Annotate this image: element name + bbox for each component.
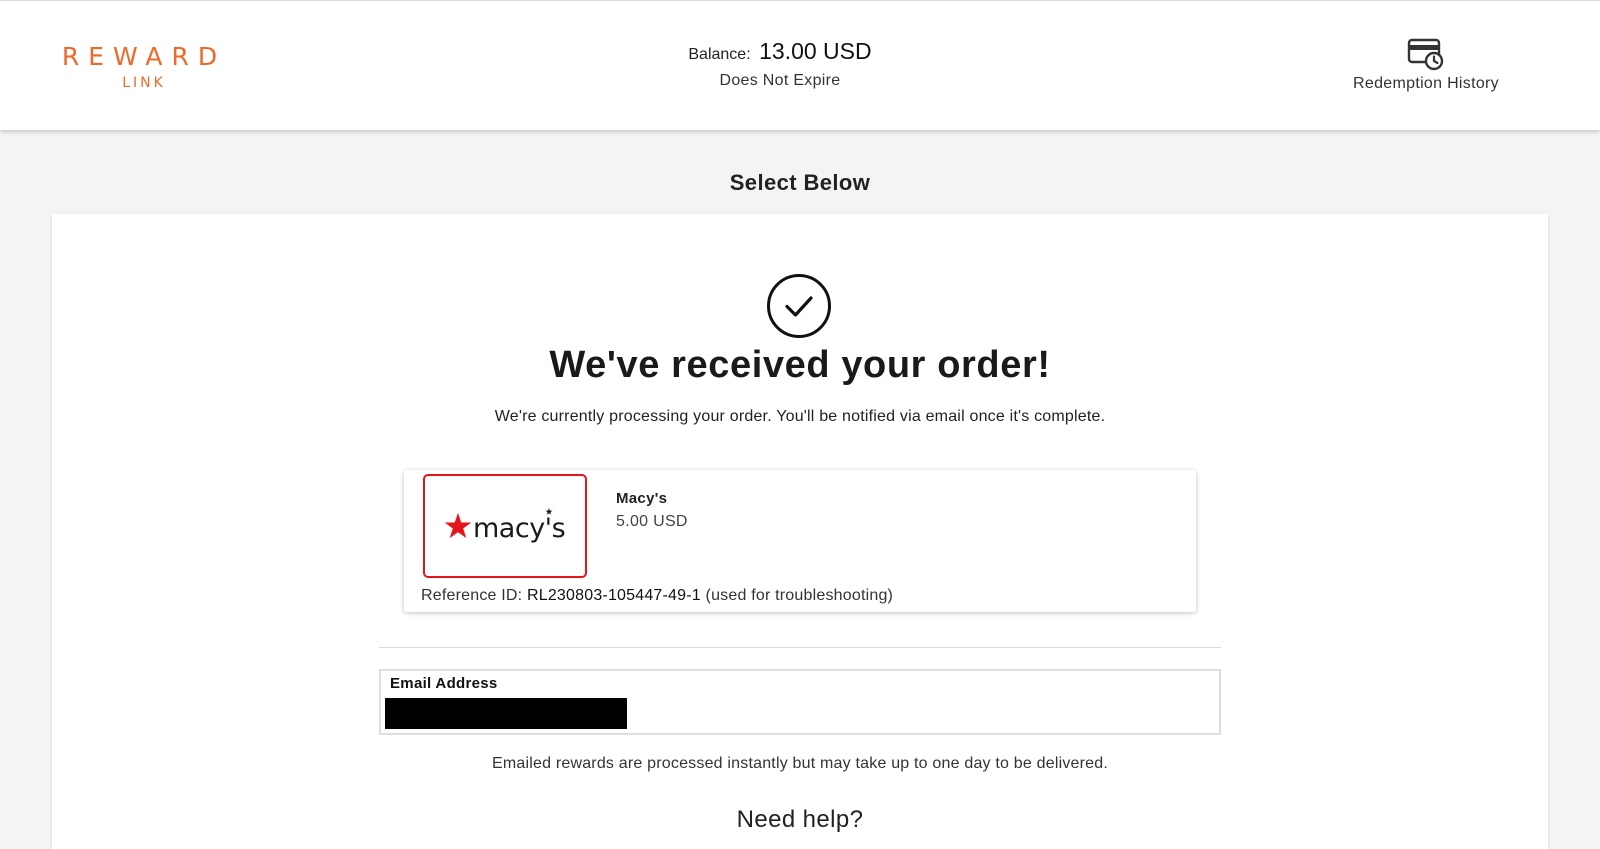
- reference-line: Reference ID: RL230803-105447-49-1 (used…: [421, 587, 893, 605]
- balance-value: 13.00 USD: [759, 38, 872, 64]
- macys-logo: macy's: [445, 508, 565, 544]
- reference-id: RL230803-105447-49-1: [526, 587, 701, 604]
- confirmation-headline: We've received your order!: [549, 344, 1051, 386]
- balance-expiry: Does Not Expire: [719, 72, 841, 89]
- balance-summary: Balance: 13.00 USD Does Not Expire: [580, 37, 980, 90]
- card-clock-icon: [1407, 38, 1444, 71]
- section-divider: [379, 647, 1221, 648]
- logo-wordmark-bottom: LINK: [122, 75, 166, 91]
- order-confirmation-card: We've received your order! We're current…: [52, 214, 1548, 849]
- email-delivery-note: Emailed rewards are processed instantly …: [491, 755, 1109, 772]
- check-circle-icon: [767, 274, 831, 338]
- reference-note: (used for troubleshooting): [705, 587, 894, 604]
- email-address-value-redacted: [385, 698, 627, 729]
- reward-link-logo[interactable]: REWARD LINK: [54, 42, 234, 92]
- email-address-label: Email Address: [390, 675, 498, 692]
- order-item-card: macy's Macy's 5.00 USD Reference ID: RL2…: [404, 470, 1196, 612]
- redemption-history-label: Redemption History: [1353, 75, 1499, 92]
- macys-brand-tile: macy's: [423, 474, 587, 578]
- redemption-history-button[interactable]: Redemption History: [1326, 37, 1526, 93]
- section-title: Select Below: [729, 170, 871, 195]
- balance-label: Balance:: [688, 46, 751, 63]
- item-name: Macy's: [616, 490, 668, 507]
- email-address-field[interactable]: Email Address: [379, 669, 1221, 735]
- item-price: 5.00 USD: [616, 513, 688, 530]
- confirmation-message: We're currently processing your order. Y…: [494, 408, 1106, 425]
- top-header: REWARD LINK Balance: 13.00 USD Does Not …: [0, 0, 1600, 130]
- balance-line: Balance: 13.00 USD: [580, 37, 980, 69]
- logo-wordmark-top: REWARD: [61, 42, 227, 71]
- svg-text:macy's: macy's: [473, 513, 565, 544]
- reference-label: Reference ID:: [421, 587, 523, 604]
- need-help-heading[interactable]: Need help?: [52, 806, 1548, 834]
